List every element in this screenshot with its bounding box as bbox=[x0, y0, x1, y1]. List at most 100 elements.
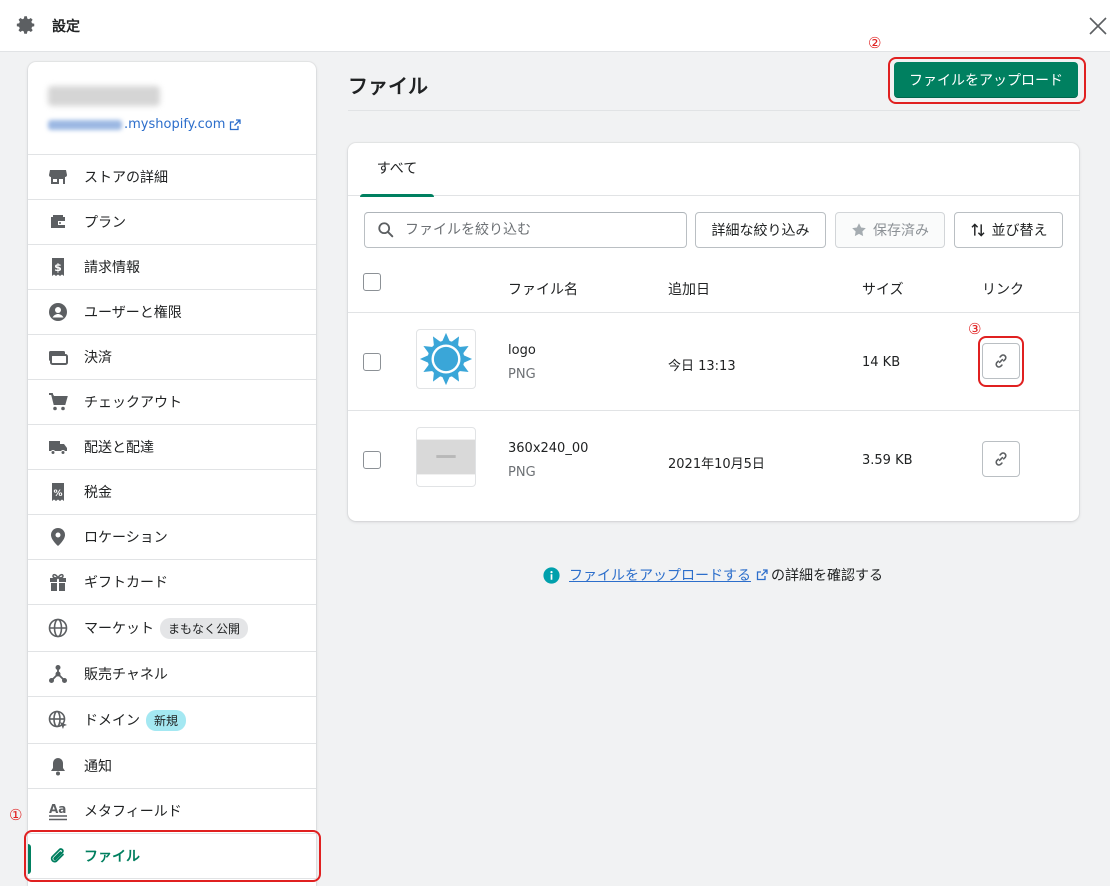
file-size: 3.59 KB bbox=[862, 453, 913, 468]
user-icon bbox=[49, 303, 67, 321]
sidebar-item-store-details[interactable]: ストアの詳細 bbox=[28, 155, 316, 200]
upload-help-link[interactable]: ファイルをアップロードする bbox=[569, 565, 751, 585]
sort-label: 並び替え bbox=[991, 223, 1048, 239]
sidebar-item-payments[interactable]: 決済 bbox=[28, 335, 316, 380]
gift-icon bbox=[50, 573, 66, 591]
file-thumbnail bbox=[416, 329, 476, 389]
plan-icon bbox=[51, 215, 65, 228]
location-icon bbox=[51, 528, 65, 546]
metafields-icon: Aa bbox=[49, 802, 67, 821]
star-icon bbox=[852, 223, 866, 237]
sidebar-item-label: チェックアウト bbox=[84, 395, 182, 411]
help-suffix: の詳細を確認する bbox=[771, 568, 883, 584]
sidebar-item-label: 請求情報 bbox=[84, 260, 140, 276]
file-type: PNG bbox=[508, 465, 536, 480]
sidebar-item-label: 販売チャネル bbox=[84, 667, 168, 683]
help-footer: ファイルをアップロードする の詳細を確認する bbox=[543, 565, 883, 585]
sidebar-item-domains[interactable]: ドメイン 新規 bbox=[28, 697, 316, 744]
sidebar-item-label: プラン bbox=[84, 215, 126, 231]
table-row[interactable]: 360x240_00 PNG 2021年10月5日 3.59 KB bbox=[348, 411, 1079, 509]
sidebar-item-label: ギフトカード bbox=[84, 575, 168, 591]
annotation-number-3: ③ bbox=[968, 320, 982, 338]
store-url-suffix: .myshopify.com bbox=[124, 117, 226, 132]
settings-sidebar: .myshopify.com ストアの詳細 プラン $ 請求情報 ユーザーと権限… bbox=[28, 62, 316, 886]
select-all-checkbox[interactable] bbox=[363, 273, 381, 291]
annotation-number-2: ② bbox=[868, 34, 882, 52]
store-info: .myshopify.com bbox=[28, 62, 316, 155]
new-badge: 新規 bbox=[146, 709, 187, 731]
filter-search-input[interactable] bbox=[405, 222, 675, 238]
file-name[interactable]: logo bbox=[508, 343, 536, 358]
placeholder-image bbox=[417, 439, 475, 475]
channels-icon bbox=[49, 665, 67, 683]
close-icon[interactable] bbox=[1088, 16, 1108, 36]
annotation-highlight-upload bbox=[888, 57, 1086, 104]
sidebar-item-label: 通知 bbox=[84, 759, 112, 775]
coming-soon-badge: まもなく公開 bbox=[160, 617, 249, 639]
annotation-highlight-files bbox=[24, 830, 321, 882]
domain-icon bbox=[48, 710, 67, 729]
bell-icon bbox=[51, 758, 65, 776]
sidebar-item-metafields[interactable]: Aa メタフィールド bbox=[28, 789, 316, 834]
svg-text:Aa: Aa bbox=[49, 802, 66, 816]
store-name-blurred bbox=[48, 86, 160, 106]
file-date: 今日 13:13 bbox=[668, 359, 736, 374]
tab-all[interactable]: すべて bbox=[360, 143, 434, 197]
sort-arrows-icon bbox=[970, 223, 985, 237]
saved-filters-label: 保存済み bbox=[873, 223, 929, 239]
sidebar-item-taxes[interactable]: % 税金 bbox=[28, 470, 316, 515]
sidebar-item-label: ドメイン bbox=[84, 713, 140, 729]
sidebar-item-billing[interactable]: $ 請求情報 bbox=[28, 245, 316, 290]
title-divider bbox=[348, 110, 1080, 111]
sidebar-item-shipping[interactable]: 配送と配達 bbox=[28, 425, 316, 470]
saved-filters-button[interactable]: 保存済み bbox=[835, 212, 945, 248]
billing-icon: $ bbox=[52, 258, 64, 276]
sidebar-item-sales-channels[interactable]: 販売チャネル bbox=[28, 652, 316, 697]
sidebar-item-label: ストアの詳細 bbox=[84, 170, 168, 186]
file-name[interactable]: 360x240_00 bbox=[508, 441, 588, 456]
sidebar-item-plan[interactable]: プラン bbox=[28, 200, 316, 245]
sidebar-item-markets[interactable]: マーケット まもなく公開 bbox=[28, 605, 316, 652]
external-link-icon bbox=[756, 569, 768, 581]
annotation-highlight-link bbox=[978, 336, 1024, 387]
table-header: ファイル名 追加日 サイズ リンク bbox=[348, 263, 1079, 313]
link-icon bbox=[995, 452, 1007, 466]
globe-icon bbox=[48, 618, 68, 638]
truck-icon bbox=[49, 441, 67, 455]
sidebar-item-label: ユーザーと権限 bbox=[84, 305, 182, 321]
settings-header: 設定 bbox=[0, 0, 1110, 52]
sidebar-item-label: メタフィールド bbox=[84, 804, 182, 820]
sidebar-item-gift-cards[interactable]: ギフトカード bbox=[28, 560, 316, 605]
sidebar-item-users[interactable]: ユーザーと権限 bbox=[28, 290, 316, 335]
column-header-date: 追加日 bbox=[668, 282, 710, 298]
sidebar-item-notifications[interactable]: 通知 bbox=[28, 744, 316, 789]
sun-logo-image bbox=[419, 332, 473, 386]
file-date: 2021年10月5日 bbox=[668, 457, 765, 472]
sidebar-item-label: ロケーション bbox=[84, 530, 168, 546]
sidebar-item-label: マーケット bbox=[84, 621, 154, 637]
column-header-size: サイズ bbox=[862, 282, 904, 298]
sort-button[interactable]: 並び替え bbox=[954, 212, 1063, 248]
row-checkbox[interactable] bbox=[363, 451, 381, 469]
sidebar-item-label: 配送と配達 bbox=[84, 440, 154, 456]
info-icon bbox=[543, 566, 560, 584]
sidebar-item-locations[interactable]: ロケーション bbox=[28, 515, 316, 560]
more-filters-button[interactable]: 詳細な絞り込み bbox=[695, 212, 826, 248]
file-type: PNG bbox=[508, 367, 536, 382]
filter-search-field[interactable] bbox=[364, 212, 687, 248]
row-checkbox[interactable] bbox=[363, 353, 381, 371]
annotation-number-1: ① bbox=[9, 806, 23, 824]
tab-bar: すべて bbox=[348, 143, 1079, 197]
window-title: 設定 bbox=[52, 19, 80, 35]
svg-text:%: % bbox=[53, 489, 62, 499]
column-header-link: リンク bbox=[982, 282, 1024, 298]
store-domain-blurred bbox=[48, 119, 122, 130]
copy-link-button[interactable] bbox=[982, 441, 1020, 477]
store-url-link[interactable]: .myshopify.com bbox=[48, 117, 242, 132]
cart-icon bbox=[49, 393, 68, 411]
svg-text:$: $ bbox=[54, 261, 62, 274]
sidebar-item-checkout[interactable]: チェックアウト bbox=[28, 380, 316, 425]
sidebar-item-label: 税金 bbox=[84, 485, 112, 501]
file-thumbnail bbox=[416, 427, 476, 487]
payment-icon bbox=[49, 351, 68, 365]
